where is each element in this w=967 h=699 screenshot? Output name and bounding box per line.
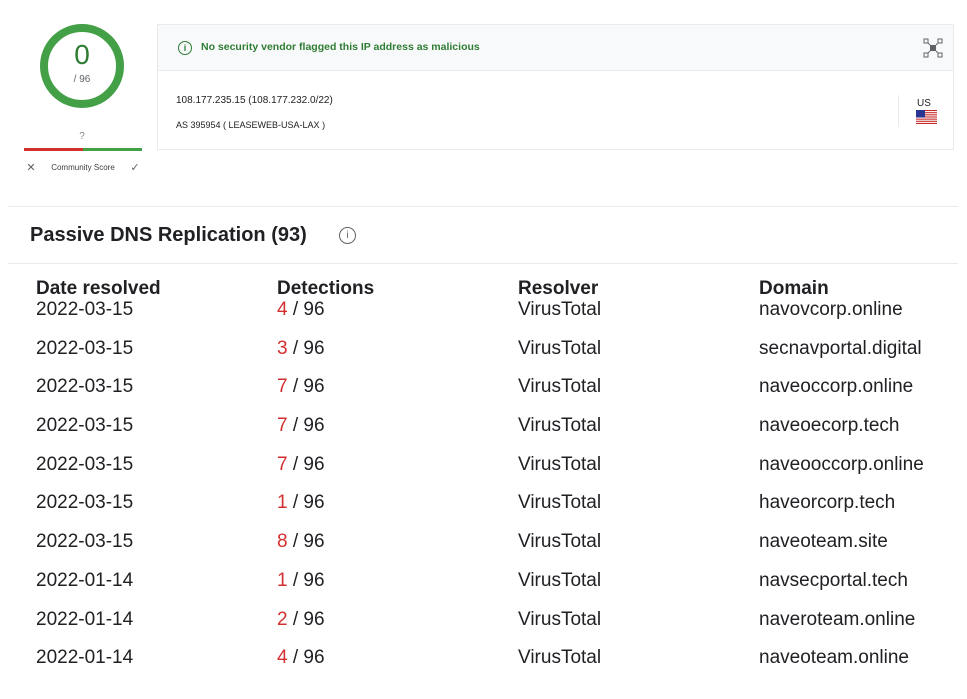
detections-positive: 8 xyxy=(277,531,288,553)
detections-positive: 4 xyxy=(277,299,288,320)
table-row: 2022-03-15 8 / 96 VirusTotal naveoteam.site xyxy=(36,530,956,569)
verdict-text: No security vendor flagged this IP addre… xyxy=(201,41,480,53)
detections-total: / 96 xyxy=(287,415,325,437)
date-resolved: 2022-01-14 xyxy=(36,647,134,669)
date-resolved: 2022-03-15 xyxy=(36,337,134,359)
domain-link[interactable]: navovcorp.online xyxy=(759,298,903,322)
resolver: VirusTotal xyxy=(518,492,602,514)
detections-total: / 96 xyxy=(287,608,325,630)
date-resolved: 2022-01-14 xyxy=(36,569,134,591)
detections-positive: 7 xyxy=(277,453,288,475)
vote-malicious-icon[interactable]: ✕ xyxy=(24,161,38,174)
us-flag-icon xyxy=(916,110,937,124)
verdict-banner: i No security vendor flagged this IP add… xyxy=(158,25,953,71)
passive-dns-table: Date resolved Detections Resolver Domain… xyxy=(36,278,956,685)
table-row: 2022-01-14 2 / 96 VirusTotal naveroteam.onl… xyxy=(36,608,956,647)
resolver: VirusTotal xyxy=(518,569,602,591)
score-value: 0 xyxy=(74,39,90,70)
ip-address: 108.177.235.15 (108.177.232.0/22) xyxy=(176,95,333,106)
header-resolver[interactable]: Resolver xyxy=(518,278,598,300)
as-owner: AS 395954 ( LEASEWEB-USA-LAX ) xyxy=(176,120,326,130)
country-code: US xyxy=(917,98,931,109)
detections: 7 / 96 xyxy=(277,453,325,477)
community-score-row: ✕ Community Score ✓ xyxy=(24,159,142,175)
detection-score-widget: 0 / 96 ? ✕ Community Score ✓ xyxy=(22,14,144,179)
date-resolved: 2022-03-15 xyxy=(36,376,134,398)
info-icon[interactable]: i xyxy=(339,227,356,244)
domain-link[interactable]: naveoccorp.online xyxy=(759,375,913,399)
table-row: 2022-03-15 7 / 96 VirusTotal naveooccorp.on… xyxy=(36,453,956,492)
vote-harmless-icon[interactable]: ✓ xyxy=(128,161,142,174)
detections-total: / 96 xyxy=(287,492,325,514)
detections-total: / 96 xyxy=(287,647,325,669)
detections-positive: 7 xyxy=(277,376,288,398)
detections: 8 / 96 xyxy=(277,530,325,554)
community-score-label: Community Score xyxy=(51,162,115,172)
resolver: VirusTotal xyxy=(518,453,602,475)
header-domain[interactable]: Domain xyxy=(759,278,829,300)
graph-icon[interactable] xyxy=(923,38,943,58)
table-body: 2022-03-15 4 / 96 VirusTotal navovcorp.onli… xyxy=(36,298,956,685)
divider xyxy=(8,263,958,264)
detections-positive: 3 xyxy=(277,337,288,359)
date-resolved: 2022-03-15 xyxy=(36,415,134,437)
detections-total: / 96 xyxy=(287,453,325,475)
detections-positive: 1 xyxy=(277,492,288,514)
detections: 7 / 96 xyxy=(277,375,325,399)
domain-link[interactable]: naveooccorp.online xyxy=(759,453,924,477)
detections: 4 / 96 xyxy=(277,646,325,670)
resolver: VirusTotal xyxy=(518,608,602,630)
detections-total: / 96 xyxy=(287,531,325,553)
date-resolved: 2022-03-15 xyxy=(36,299,134,320)
detections-positive: 7 xyxy=(277,415,288,437)
detections: 7 / 96 xyxy=(277,414,325,438)
detections: 1 / 96 xyxy=(277,569,325,593)
table-row: 2022-01-14 4 / 96 VirusTotal naveoteam.onli… xyxy=(36,646,956,685)
detections: 2 / 96 xyxy=(277,608,325,632)
domain-link[interactable]: naveroteam.online xyxy=(759,608,915,632)
date-resolved: 2022-03-15 xyxy=(36,492,134,514)
detections: 4 / 96 xyxy=(277,298,325,322)
community-score-value: ? xyxy=(79,131,85,142)
header-date-resolved[interactable]: Date resolved xyxy=(36,278,161,300)
score-total: / 96 xyxy=(73,74,91,85)
table-row: 2022-03-15 7 / 96 VirusTotal naveoccorp.onl… xyxy=(36,375,956,414)
table-row: 2022-03-15 7 / 96 VirusTotal naveoecorp.tec… xyxy=(36,414,956,453)
date-resolved: 2022-01-14 xyxy=(36,608,134,630)
header-detections[interactable]: Detections xyxy=(277,278,374,300)
resolver: VirusTotal xyxy=(518,337,602,359)
detections-positive: 4 xyxy=(277,647,288,669)
domain-link[interactable]: haveorcorp.tech xyxy=(759,491,895,515)
domain-link[interactable]: naveoecorp.tech xyxy=(759,414,900,438)
detections: 1 / 96 xyxy=(277,491,325,515)
detections-total: / 96 xyxy=(287,376,325,398)
domain-link[interactable]: secnavportal.digital xyxy=(759,337,922,361)
resolver: VirusTotal xyxy=(518,415,602,437)
ip-info-card: i No security vendor flagged this IP add… xyxy=(157,24,954,150)
community-score-bar xyxy=(24,148,142,151)
detections-total: / 96 xyxy=(287,337,325,359)
detections-positive: 2 xyxy=(277,608,288,630)
info-icon: i xyxy=(178,41,192,55)
domain-link[interactable]: naveoteam.online xyxy=(759,646,909,670)
section-title: Passive DNS Replication (93) xyxy=(30,224,307,246)
table-row: 2022-03-15 1 / 96 VirusTotal haveorcorp.tec… xyxy=(36,491,956,530)
resolver: VirusTotal xyxy=(518,299,602,320)
date-resolved: 2022-03-15 xyxy=(36,453,134,475)
detections: 3 / 96 xyxy=(277,337,325,361)
detections-total: / 96 xyxy=(287,569,325,591)
detections-total: / 96 xyxy=(287,299,325,320)
divider xyxy=(8,206,958,207)
table-row: 2022-03-15 3 / 96 VirusTotal secnavportal.d… xyxy=(36,337,956,376)
resolver: VirusTotal xyxy=(518,376,602,398)
country: US xyxy=(898,95,954,127)
table-row: 2022-03-15 4 / 96 VirusTotal navovcorp.onli… xyxy=(36,298,956,337)
resolver: VirusTotal xyxy=(518,647,602,669)
date-resolved: 2022-03-15 xyxy=(36,531,134,553)
resolver: VirusTotal xyxy=(518,531,602,553)
domain-link[interactable]: navsecportal.tech xyxy=(759,569,908,593)
detections-positive: 1 xyxy=(277,569,288,591)
table-row: 2022-01-14 1 / 96 VirusTotal navsecportal.t… xyxy=(36,569,956,608)
domain-link[interactable]: naveoteam.site xyxy=(759,530,888,554)
